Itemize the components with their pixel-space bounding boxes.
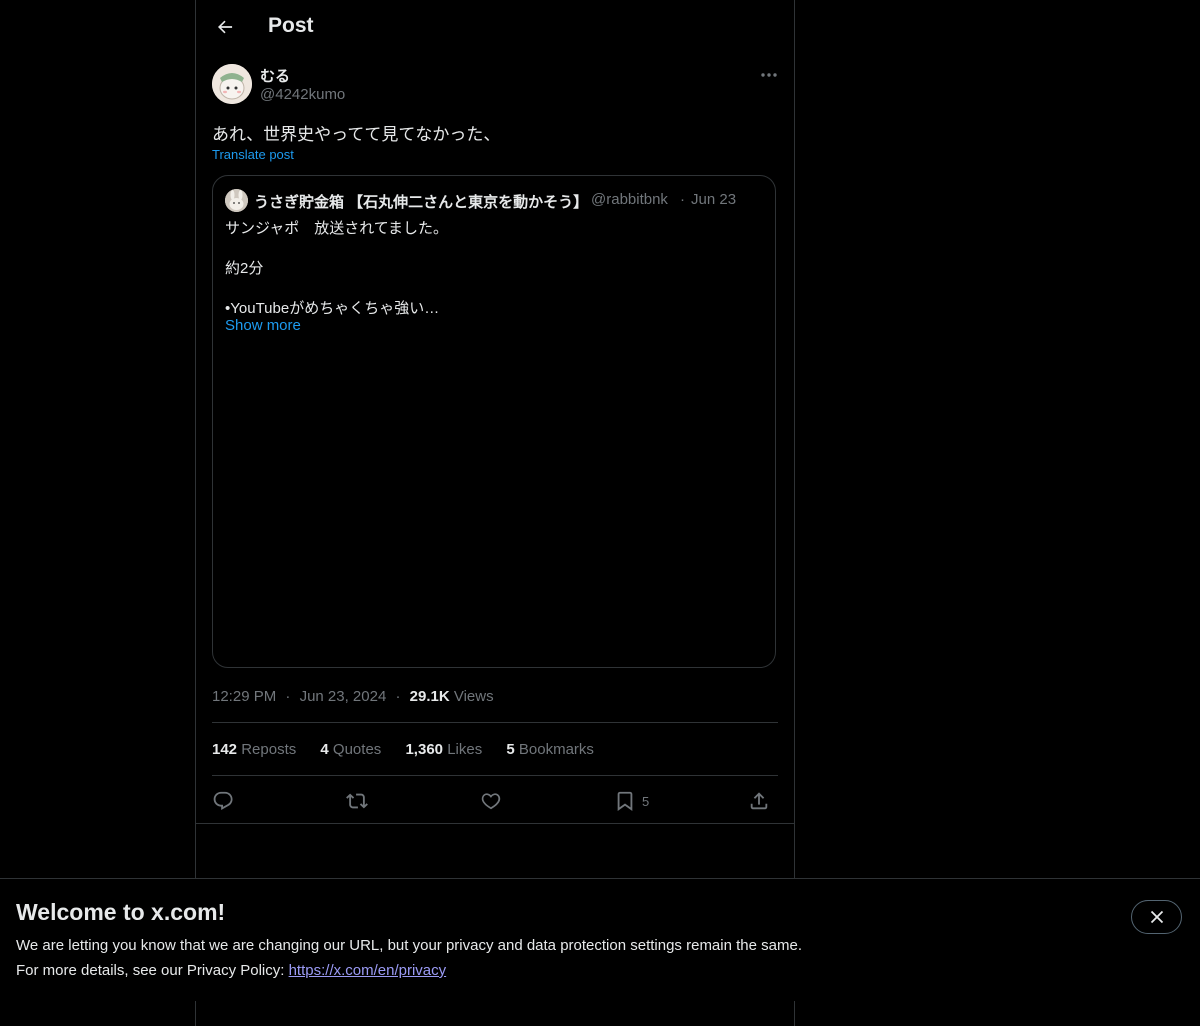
reposts-stat[interactable]: 142 Repos­ts (212, 741, 296, 758)
quote-avatar (225, 189, 248, 212)
quotes-stat[interactable]: 4 Quotes (320, 741, 381, 758)
divider (212, 775, 778, 776)
share-button[interactable] (748, 788, 770, 814)
tweet-meta: 12:29 PM · Jun 23, 2024 · 29.1K Views (212, 688, 494, 705)
like-button[interactable] (480, 788, 502, 814)
repost-button[interactable] (346, 788, 368, 814)
close-icon (1150, 910, 1163, 924)
main-column: Post むる @4242kumo あれ、世界史やってて見てなかった、 Tran… (195, 0, 795, 1026)
bookmark-icon (617, 791, 633, 811)
bookmarks-label: Bookmarks (518, 741, 594, 758)
author-handle[interactable]: @4242kumo (260, 86, 345, 103)
show-more-link[interactable]: Show more (225, 317, 301, 334)
close-banner-button[interactable] (1131, 900, 1182, 934)
divider (212, 722, 778, 723)
divider (196, 823, 794, 824)
welcome-banner: Welcome to x.com! We are letting you kno… (0, 878, 1200, 1001)
rabbit-avatar-icon (225, 189, 248, 212)
quoted-tweet[interactable]: うさぎ貯金箱 【石丸伸二さんと東京を動かそう】 @rabbitbnk · Jun… (212, 175, 776, 668)
engagement-stats: 142 Repos­ts 4 Quotes 1,360 Likes 5 Book… (212, 741, 614, 758)
quotes-label: Quotes (332, 741, 382, 758)
banner-title: Welcome to x.com! (16, 899, 226, 925)
quote-text-line: •YouTubeがめちゃくちゃ強い… (225, 300, 440, 317)
privacy-policy-link[interactable]: https://x.com/en/privacy (289, 962, 447, 979)
more-button[interactable] (756, 66, 782, 84)
quote-separator: · (680, 191, 685, 208)
page-header: Post (196, 0, 794, 54)
banner-text-prefix: For more details, see our Privacy Policy… (16, 962, 289, 979)
banner-text-2: For more details, see our Privacy Policy… (16, 962, 446, 979)
likes-stat[interactable]: 1,360 Likes (405, 741, 482, 758)
bookmark-button[interactable]: 5 (614, 788, 649, 814)
reposts-label: Repos­ts (241, 741, 297, 758)
reply-icon (213, 791, 233, 810)
repost-icon (346, 793, 368, 809)
quote-date: Jun 23 (691, 191, 737, 208)
quote-author-handle: @rabbitbnk (591, 191, 668, 208)
quote-text-line: 約2分 (225, 260, 264, 277)
tweet-date[interactable]: Jun 23, 2024 (300, 688, 387, 705)
more-horizontal-icon (761, 73, 777, 77)
bookmarks-stat[interactable]: 5 Bookmarks (506, 741, 594, 758)
reposts-count: 142 (212, 741, 238, 758)
meta-separator: · (395, 688, 401, 705)
bookmark-count: 5 (642, 793, 650, 809)
quote-author-name: うさぎ貯金箱 【石丸伸二さんと東京を動かそう】 (254, 194, 589, 211)
translate-link[interactable]: Translate post (212, 147, 294, 162)
tweet-time[interactable]: 12:29 PM (212, 688, 276, 705)
heart-icon (481, 793, 501, 810)
avatar-image (212, 64, 252, 104)
views-label: Views (453, 688, 494, 705)
bookmarks-count: 5 (506, 741, 515, 758)
quotes-count: 4 (320, 741, 329, 758)
views-count: 29.1K (409, 688, 450, 705)
likes-count: 1,360 (405, 741, 444, 758)
quote-text-line: サンジャポ 放送されてました。 (225, 220, 449, 237)
likes-label: Likes (447, 741, 483, 758)
avatar[interactable] (212, 64, 252, 104)
action-bar: 5 (212, 788, 778, 814)
page-title: Post (268, 14, 314, 37)
share-icon (750, 792, 768, 810)
back-button[interactable] (212, 14, 238, 40)
banner-text: We are letting you know that we are chan… (16, 937, 802, 954)
tweet-text: あれ、世界史やってて見てなかった、 (212, 125, 501, 144)
author-name[interactable]: むる (260, 65, 290, 86)
meta-separator: · (285, 688, 291, 705)
arrow-left-icon (218, 20, 233, 34)
reply-button[interactable] (212, 788, 234, 814)
